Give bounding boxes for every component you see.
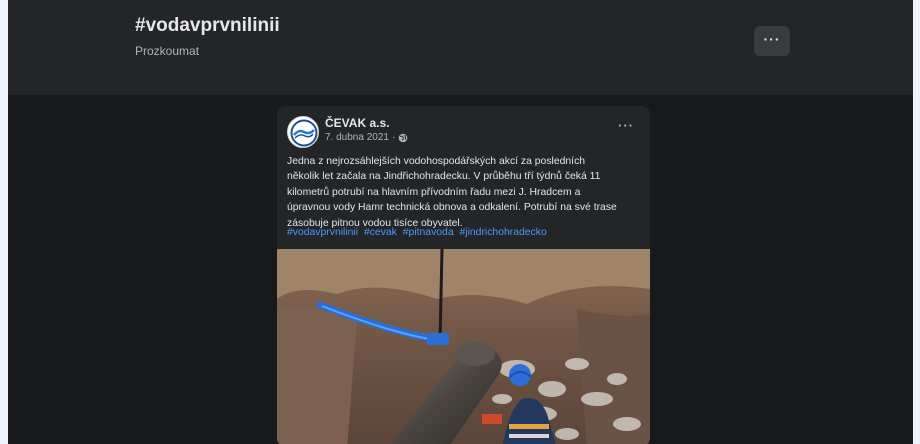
page-title: #vodavprvnilinii (135, 15, 280, 36)
hashtag-list: #vodavprvnilinii #cevak #pitnavoda #jind… (287, 227, 550, 238)
post-photo[interactable] (277, 249, 650, 444)
meta-separator: · (391, 132, 396, 143)
cevak-logo-icon (289, 118, 318, 147)
page-margin-left (0, 0, 8, 444)
post-options-button[interactable]: ··· (614, 118, 638, 138)
pipeline-worker-photo (277, 249, 650, 444)
post-author[interactable]: ČEVAK a.s. (325, 116, 389, 130)
post-card: ČEVAK a.s. 7. dubna 2021 · ··· Jedna z n… (277, 106, 650, 444)
avatar[interactable] (287, 116, 319, 148)
post-text-line: kilometrů potrubí na hlavním přívodním ř… (287, 186, 581, 198)
hashtag-link[interactable]: #cevak (364, 227, 397, 238)
hashtag-link[interactable]: #vodavprvnilinii (287, 227, 358, 238)
more-options-button[interactable]: ··· (754, 26, 790, 56)
post-text-line: úpravnou vody Hamr technická obnova a od… (287, 202, 617, 214)
post-text-line: Jedna z nejrozsáhlejších vodohospodářský… (287, 156, 586, 167)
hashtag-link[interactable]: #jindrichohradecko (460, 227, 547, 238)
app-window: #vodavprvnilinii Prozkoumat ··· ČEVAK a.… (8, 0, 913, 444)
hashtag-header: #vodavprvnilinii Prozkoumat ··· (8, 0, 913, 95)
post-date[interactable]: 7. dubna 2021 (325, 132, 389, 143)
post-meta: 7. dubna 2021 · (325, 132, 408, 143)
post-body: Jedna z nejrozsáhlejších vodohospodářský… (287, 154, 647, 231)
post-text-line: několik let začala na Jindřichohradecku.… (287, 171, 601, 183)
globe-icon (398, 133, 408, 142)
hashtag-link[interactable]: #pitnavoda (403, 227, 454, 238)
page-margin-right (913, 0, 920, 444)
page-subtitle: Prozkoumat (135, 44, 200, 58)
